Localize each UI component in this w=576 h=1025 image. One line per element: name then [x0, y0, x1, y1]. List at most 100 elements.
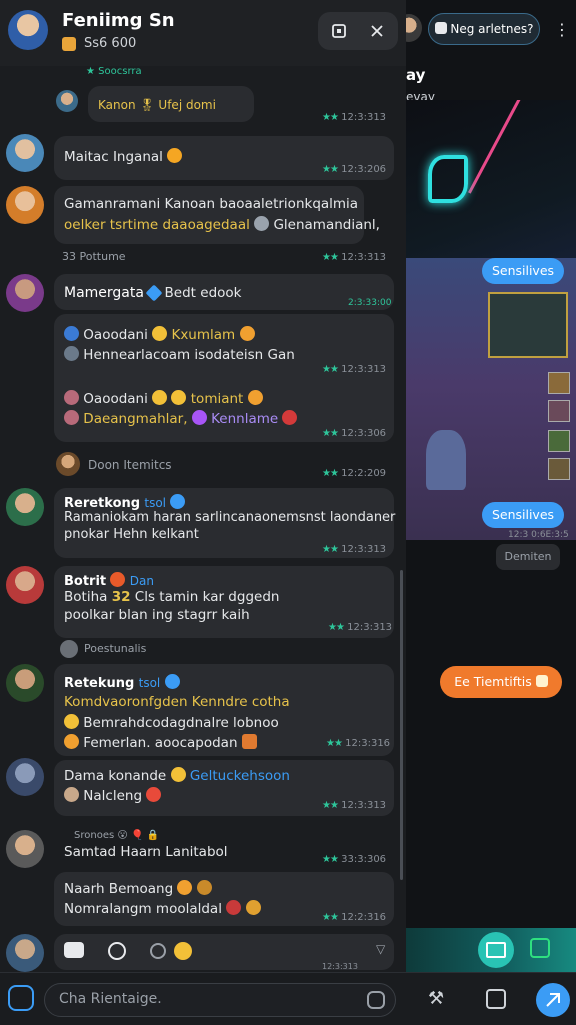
avatar[interactable] — [56, 452, 80, 476]
message-time: ★★ 12:3:306 — [322, 428, 387, 439]
skill-icon[interactable] — [548, 458, 570, 480]
media-bar — [406, 928, 576, 972]
text-span: Maitac Inganal — [64, 149, 163, 165]
grin-emoji-icon — [171, 390, 187, 405]
globe-icon — [164, 674, 180, 689]
composer-toolbar: ▽ 12:3:313 — [54, 934, 394, 971]
close-icon[interactable] — [358, 12, 396, 50]
hero-figure — [426, 430, 466, 490]
image-icon[interactable] — [478, 932, 514, 968]
message-text: Samtad Haarn Lanitabol — [64, 844, 228, 860]
avatar[interactable] — [6, 488, 44, 526]
purple-emoji-icon — [191, 410, 207, 425]
message-line: Ramaniokam haran sarlincanaonemsnst laon… — [64, 510, 396, 525]
shield-emoji-icon — [196, 880, 212, 895]
message-line: Botiha 32 Cls tamin kar dggedn — [64, 589, 279, 605]
avatar[interactable] — [6, 186, 44, 224]
sender-tag: Dan — [129, 574, 154, 588]
avatar[interactable] — [60, 640, 78, 658]
time-label: 12:3:313 — [341, 544, 387, 555]
skill-icon[interactable] — [548, 430, 570, 452]
avatar[interactable] — [406, 14, 422, 42]
text-span: Bemrahdcodagdnalre lobnoo — [83, 715, 279, 731]
time-label: 12:3:313 — [347, 622, 393, 633]
minimap — [488, 292, 568, 358]
attach-icon[interactable] — [367, 991, 385, 1009]
message-line: Nomralangm moolaldal — [64, 900, 261, 917]
input-placeholder: Cha Rientaige. — [59, 991, 162, 1007]
avatar[interactable] — [6, 758, 44, 796]
time-label: 12:2:209 — [341, 468, 387, 479]
scrollbar[interactable] — [400, 570, 403, 880]
message-header: Botrit Dan — [64, 572, 154, 589]
message-line: poolkar blan ing stagrr kaih — [64, 607, 250, 623]
reaction-pill[interactable]: Sensilives — [482, 502, 564, 528]
user-emoji-icon — [64, 346, 79, 361]
sender-name: Mamergata — [64, 285, 144, 301]
camera-icon[interactable] — [64, 942, 84, 958]
message-time: ★★ 12:2:316 — [322, 912, 387, 923]
search-pill[interactable]: Neg arletnes? — [428, 13, 540, 45]
skill-icon[interactable] — [548, 400, 570, 422]
thumb-icon — [535, 675, 548, 687]
orange-pill[interactable]: Ee Tiemtiftis — [440, 666, 562, 698]
gif-icon[interactable] — [150, 943, 166, 959]
text-span: 32 — [111, 589, 131, 605]
text-span: Bedt edook — [164, 285, 242, 301]
avatar[interactable] — [6, 830, 44, 868]
devil-emoji-icon — [282, 410, 298, 425]
skill-icon[interactable] — [548, 372, 570, 394]
sticker-icon[interactable] — [108, 942, 126, 960]
gallery-icon[interactable] — [530, 938, 550, 958]
time-label: 12:3:316 — [345, 738, 391, 749]
message-bubble[interactable] — [54, 186, 364, 244]
upload-icon[interactable] — [486, 989, 506, 1009]
reaction-badge: Sronoes 😮 🎈 🔒 — [74, 830, 160, 841]
message-time: ★★ 12:3:313 — [322, 252, 387, 263]
sender-name: Retekung — [64, 676, 135, 691]
cake-emoji-icon — [241, 734, 257, 749]
emoji-icon[interactable] — [174, 942, 192, 960]
globe-icon — [170, 494, 186, 509]
message-time: ★★ 12:3:206 — [322, 164, 387, 175]
game-image[interactable] — [406, 100, 576, 540]
message-line: pnokar Hehn kelkant — [64, 527, 199, 542]
devil-emoji-icon — [226, 900, 242, 915]
user-emoji-icon — [64, 410, 79, 425]
reaction-badge: ★ Soocsrra — [86, 66, 142, 77]
header-avatar[interactable] — [8, 10, 48, 50]
send-button[interactable] — [536, 983, 570, 1017]
message-time: ★★ 12:3:313 — [322, 112, 387, 123]
avatar[interactable] — [6, 664, 44, 702]
window-controls — [318, 12, 398, 50]
avatar[interactable] — [6, 134, 44, 172]
sender-name: Botrit — [64, 574, 107, 589]
bottom-bar: Cha Rientaige. ⚒ — [0, 972, 576, 1025]
user-emoji-icon — [64, 390, 79, 405]
message-line: Daeangmahlar, Kennlame — [64, 410, 298, 427]
neon-line — [468, 100, 527, 194]
message-header: Retekung tsol — [64, 674, 180, 691]
text-span: Nomralangm moolaldal — [64, 901, 222, 917]
sender-name: Dama konande — [64, 768, 167, 784]
sender-tag: tsol — [138, 676, 161, 690]
square-icon[interactable] — [320, 12, 358, 50]
smile-emoji-icon — [170, 767, 186, 782]
expand-icon[interactable]: ▽ — [376, 942, 385, 956]
heart-emoji-icon — [245, 900, 261, 915]
edit-icon — [434, 22, 447, 34]
message-line: Naarh Bemoang — [64, 880, 212, 897]
time-label: 12:2:316 — [341, 912, 387, 923]
message-input[interactable]: Cha Rientaige. — [44, 983, 396, 1017]
text-span: Femerlan. aoocapodan — [83, 735, 238, 751]
avatar[interactable] — [6, 274, 44, 312]
avatar[interactable] — [56, 90, 78, 112]
avatar[interactable] — [6, 566, 44, 604]
share-icon[interactable] — [8, 985, 34, 1011]
more-icon[interactable]: ⋮ — [554, 20, 570, 39]
time-label: 12:3:313 — [341, 364, 387, 375]
avatar[interactable] — [6, 934, 44, 972]
flame-emoji-icon — [146, 787, 162, 802]
reaction-pill[interactable]: Sensilives — [482, 258, 564, 284]
wrench-icon[interactable]: ⚒ — [428, 989, 448, 1009]
